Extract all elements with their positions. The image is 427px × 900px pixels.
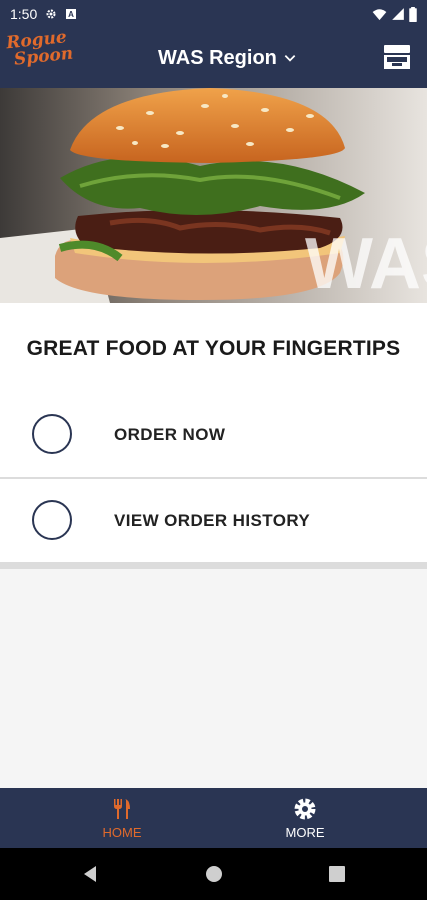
region-selector[interactable]: WAS Region [158,44,297,72]
order-now-label: ORDER NOW [114,425,226,444]
gear-icon [294,798,316,819]
circle-icon [32,500,72,540]
gear-icon [46,9,56,19]
hero-burger-image: WAS [0,88,427,303]
signal-icon [392,8,404,20]
tab-home[interactable]: HOME [67,788,177,848]
wifi-icon [372,8,387,20]
rogue-spoon-logo[interactable]: Rogue Spoon [5,27,75,85]
system-nav-bar [0,848,427,900]
home-circle-icon[interactable] [204,864,224,884]
battery-icon [409,6,417,22]
circle-icon [32,414,72,454]
tab-home-label: HOME [102,824,142,840]
status-bar: 1:50 A [0,0,427,28]
tab-more[interactable]: MORE [250,788,360,848]
tagline: GREAT FOOD AT YOUR FINGERTIPS [26,337,401,360]
hero-overlay-text: WAS [305,224,427,303]
tray-button[interactable] [382,42,412,72]
view-order-history-button[interactable]: VIEW ORDER HISTORY [0,479,427,563]
recents-square-icon[interactable] [327,864,347,884]
a-icon: A [66,9,77,19]
chevron-down-icon [284,55,296,62]
card-divider [0,562,427,569]
order-now-button[interactable]: ORDER NOW [0,393,427,477]
main-card: GREAT FOOD AT YOUR FINGERTIPS ORDER NOW … [0,303,427,562]
utensils-icon [114,798,130,819]
region-label: WAS Region [158,46,277,69]
app-header: Rogue Spoon WAS Region [0,27,427,88]
logo-line2: Spoon [13,43,75,70]
tray-icon [384,45,410,69]
status-time: 1:50 [10,6,38,22]
bottom-nav: HOME MORE [0,788,427,848]
tab-more-label: MORE [285,824,325,840]
svg-text:A: A [68,10,74,19]
back-icon[interactable] [80,864,100,884]
view-order-history-label: VIEW ORDER HISTORY [114,511,311,530]
